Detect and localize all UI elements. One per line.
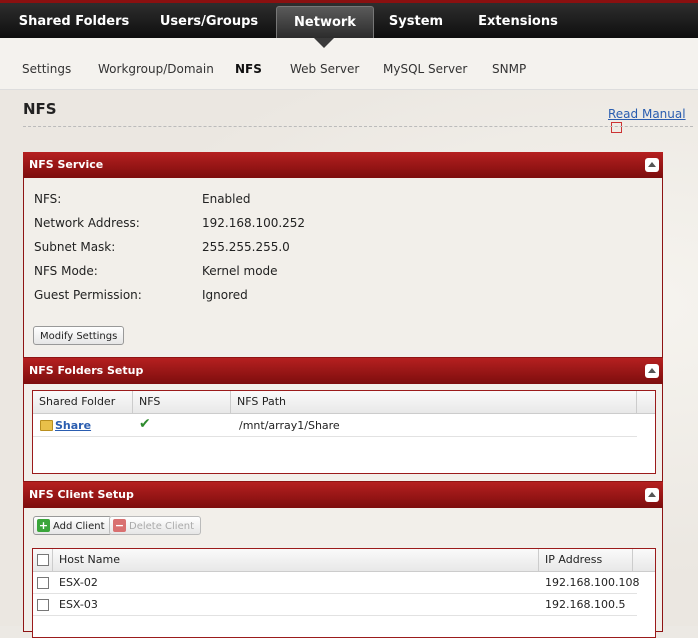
read-manual-link[interactable]: Read Manual [608, 107, 698, 135]
remove-icon: − [113, 518, 126, 532]
nfs-path-value: /mnt/array1/Share [239, 419, 340, 432]
active-tab-pointer [314, 38, 334, 48]
table-header: Host Name IP Address [33, 549, 655, 572]
tab-shared-folders[interactable]: Shared Folders [12, 6, 136, 38]
select-all-checkbox[interactable] [37, 554, 49, 566]
tab-users-groups[interactable]: Users/Groups [150, 6, 268, 38]
nfs-folders-body: Shared Folder NFS NFS Path Share ✔ /mnt/… [24, 384, 662, 481]
title-divider [23, 126, 693, 127]
column-header-shared-folder[interactable]: Shared Folder [33, 391, 133, 413]
ip-address-value: 192.168.100.5 [545, 598, 626, 611]
subnav-settings[interactable]: Settings [22, 62, 71, 76]
sub-navigation: Settings Workgroup/Domain NFS Web Server… [0, 38, 698, 90]
subnav-snmp[interactable]: SNMP [492, 62, 526, 76]
subnav-workgroup-domain[interactable]: Workgroup/Domain [98, 62, 214, 76]
top-navigation: Shared Folders Users/Groups Network Syst… [0, 0, 698, 38]
add-client-button[interactable]: + Add Client [33, 516, 112, 535]
nfs-client-body: + Add Client − Delete Client Host Name IP … [24, 508, 662, 638]
guest-permission-value: Ignored [202, 288, 248, 302]
subnet-mask-value: 255.255.255.0 [202, 240, 290, 254]
nfs-mode-label: NFS Mode: [34, 264, 98, 278]
network-address-value: 192.168.100.252 [202, 216, 306, 230]
row-checkbox[interactable] [37, 577, 49, 589]
guest-permission-label: Guest Permission: [34, 288, 142, 302]
subnav-mysql-server[interactable]: MySQL Server [383, 62, 467, 76]
collapse-icon[interactable] [645, 158, 659, 172]
table-header: Shared Folder NFS NFS Path [33, 391, 655, 414]
nfs-service-title: NFS Service [29, 158, 104, 171]
nfs-value: Enabled [202, 192, 251, 206]
nfs-folders-table: Shared Folder NFS NFS Path Share ✔ /mnt/… [32, 390, 656, 474]
table-row[interactable]: ESX-02 192.168.100.108 [33, 572, 640, 594]
nfs-folders-title: NFS Folders Setup [29, 364, 144, 377]
share-folder-link[interactable]: Share [55, 419, 91, 432]
nfs-folders-header: NFS Folders Setup [23, 358, 663, 384]
main-content: NFS Read Manual NFS Service NFS: Enabled… [0, 90, 698, 638]
read-manual-label: Read Manual [608, 107, 686, 121]
delete-client-button[interactable]: − Delete Client [109, 516, 201, 535]
nfs-client-panel: NFS Client Setup + Add Client − Delete Cli… [23, 482, 663, 638]
nfs-client-header: NFS Client Setup [23, 482, 663, 508]
ip-address-value: 192.168.100.108 [545, 576, 640, 589]
collapse-icon[interactable] [645, 364, 659, 378]
subnav-web-server[interactable]: Web Server [290, 62, 359, 76]
collapse-icon[interactable] [645, 488, 659, 502]
nfs-service-header: NFS Service [23, 152, 663, 178]
column-header-nfs[interactable]: NFS [133, 391, 231, 413]
column-header-ip-address[interactable]: IP Address [539, 549, 633, 571]
nfs-folders-panel: NFS Folders Setup Shared Folder NFS NFS … [23, 358, 663, 482]
column-header-nfs-path[interactable]: NFS Path [231, 391, 637, 413]
add-icon: + [37, 518, 50, 532]
host-name-value: ESX-03 [59, 598, 98, 611]
subnet-mask-label: Subnet Mask: [34, 240, 116, 254]
column-header-host-name[interactable]: Host Name [53, 549, 539, 571]
subnav-nfs[interactable]: NFS [235, 62, 262, 76]
page-title: NFS [23, 100, 57, 118]
nfs-service-panel: NFS Service NFS: Enabled Network Address… [23, 152, 663, 358]
table-row[interactable]: ESX-03 192.168.100.5 [33, 594, 637, 616]
external-link-icon [611, 122, 622, 133]
delete-client-label: Delete Client [129, 521, 194, 532]
nfs-label: NFS: [34, 192, 62, 206]
nfs-client-title: NFS Client Setup [29, 488, 134, 501]
nfs-mode-value: Kernel mode [202, 264, 278, 278]
select-all-header [33, 549, 53, 571]
tab-extensions[interactable]: Extensions [468, 6, 568, 38]
nfs-service-body: NFS: Enabled Network Address: 192.168.10… [24, 178, 662, 357]
network-address-label: Network Address: [34, 216, 140, 230]
host-name-value: ESX-02 [59, 576, 98, 589]
modify-settings-button[interactable]: Modify Settings [33, 326, 125, 345]
row-checkbox[interactable] [37, 599, 49, 611]
nfs-clients-table: Host Name IP Address ESX-02 192.168.100.… [32, 548, 656, 638]
folder-icon [40, 420, 53, 431]
add-client-label: Add Client [53, 521, 105, 532]
tab-system[interactable]: System [380, 6, 452, 38]
nfs-enabled-check-icon: ✔ [139, 416, 151, 432]
tab-network[interactable]: Network [276, 6, 374, 38]
table-row[interactable]: Share ✔ /mnt/array1/Share [33, 414, 637, 437]
